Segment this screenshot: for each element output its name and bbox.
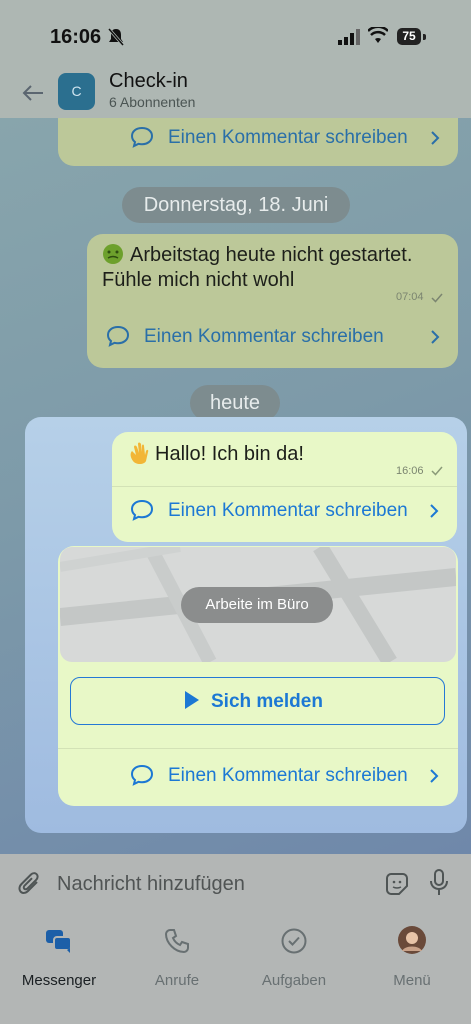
tab-label: Anrufe [154, 972, 200, 989]
write-comment-link[interactable]: Einen Kommentar schreiben [168, 500, 408, 522]
bottom-tab-bar: Messenger Anrufe Aufgaben Menü [0, 914, 471, 1024]
status-bar: 16:06 75 [0, 0, 471, 70]
message-timestamp: 16:06 [396, 465, 424, 477]
date-divider: Donnerstag, 18. Juni [122, 187, 350, 223]
comment-icon [130, 764, 154, 786]
battery-icon: 75 [397, 28, 421, 45]
phone-icon [164, 929, 189, 954]
tab-calls[interactable]: Anrufe [122, 924, 232, 989]
tab-tasks[interactable]: Aufgaben [239, 924, 349, 989]
battery-cap [423, 34, 426, 40]
message-bubble[interactable]: Arbeitstag heute nicht gestartet. Fühle … [87, 234, 458, 368]
message-bubble[interactable]: Hallo! Ich bin da! 16:06 Einen Kommentar… [112, 432, 457, 542]
bell-muted-icon [108, 28, 124, 46]
channel-subtitle: 6 Abonnenten [109, 94, 196, 110]
check-in-button[interactable]: Sich melden [70, 677, 445, 725]
play-icon [185, 691, 199, 709]
chevron-right-icon [430, 504, 439, 518]
channel-avatar[interactable]: C [58, 73, 95, 110]
message-text: Arbeitstag heute nicht gestartet. Fühle … [102, 244, 413, 291]
comment-icon [106, 325, 130, 347]
write-comment-link[interactable]: Einen Kommentar schreiben [168, 127, 408, 149]
chevron-right-icon [431, 330, 440, 344]
comment-icon [130, 499, 154, 521]
attachment-icon[interactable] [18, 871, 42, 897]
chat-area[interactable]: Einen Kommentar schreiben Donnerstag, 18… [0, 118, 471, 854]
tab-label: Messenger [21, 972, 97, 989]
write-comment-link[interactable]: Einen Kommentar schreiben [168, 765, 408, 787]
write-comment-link[interactable]: Einen Kommentar schreiben [144, 326, 384, 348]
waving-hand-icon [130, 442, 149, 464]
sticker-icon[interactable] [386, 873, 408, 895]
today-divider: heute [190, 385, 280, 421]
chat-bubbles-icon [46, 930, 72, 953]
tab-label: Menü [393, 972, 431, 989]
cellular-signal-icon [338, 29, 360, 45]
divider [112, 486, 457, 487]
message-timestamp: 07:04 [396, 291, 424, 303]
message-text: Hallo! Ich bin da! [155, 443, 304, 465]
tab-menu[interactable]: Menü [357, 924, 467, 989]
channel-title[interactable]: Check-in [109, 70, 188, 93]
comment-icon [130, 126, 154, 148]
check-in-button-label: Sich melden [211, 691, 323, 712]
read-check-icon [431, 293, 443, 303]
read-check-icon [431, 466, 443, 476]
chevron-right-icon [431, 131, 440, 145]
location-map[interactable]: Arbeite im Büro [60, 547, 456, 662]
message-composer: Nachricht hinzufügen [0, 854, 471, 914]
tab-label: Aufgaben [261, 972, 327, 989]
message-input[interactable]: Nachricht hinzufügen [57, 873, 245, 896]
back-arrow-icon[interactable] [22, 84, 44, 102]
message-bubble-partial: Einen Kommentar schreiben [58, 118, 458, 166]
checkmark-circle-icon [281, 928, 307, 954]
location-label: Arbeite im Büro [181, 587, 333, 623]
status-time: 16:06 [50, 26, 102, 48]
chat-header: C Check-in 6 Abonnenten [0, 70, 471, 118]
chevron-right-icon [430, 769, 439, 783]
profile-avatar-icon [398, 926, 426, 954]
divider [58, 748, 458, 749]
tab-messenger[interactable]: Messenger [4, 924, 114, 989]
wifi-icon [368, 27, 388, 43]
microphone-icon[interactable] [429, 869, 449, 897]
